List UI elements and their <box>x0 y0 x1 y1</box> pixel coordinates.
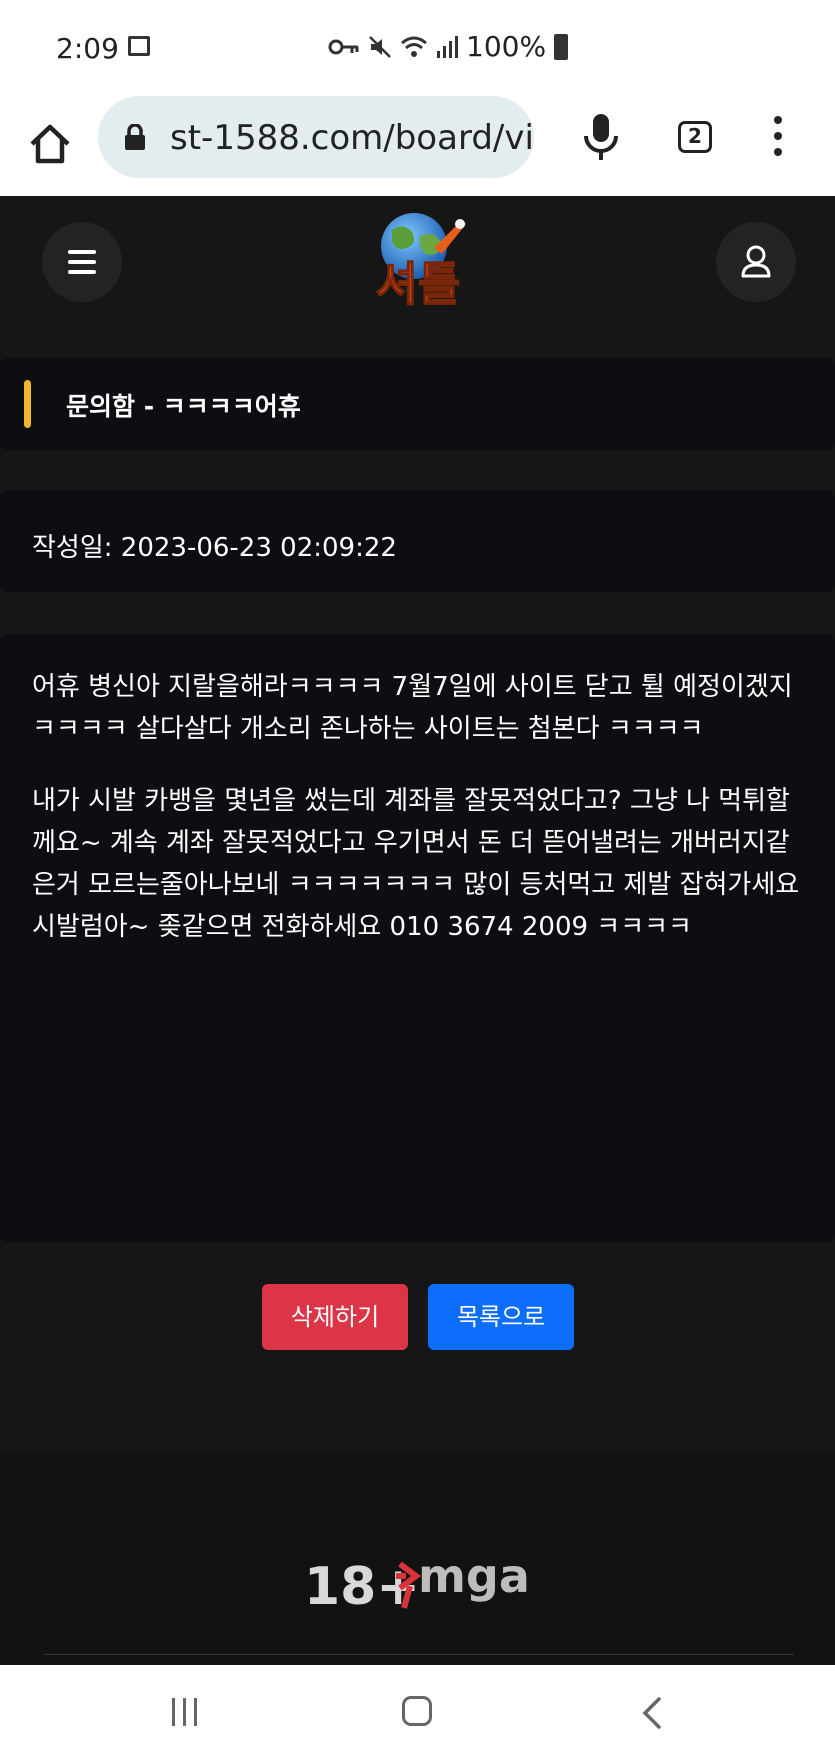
title-accent-bar <box>24 380 31 428</box>
post-date-card: 작성일: 2023-06-23 02:09:22 <box>0 490 835 592</box>
post-paragraph: 어휴 병신아 지랄을해라ㅋㅋㅋㅋ 7월7일에 사이트 닫고 튈 예정이겠지ㅋㅋㅋ… <box>32 672 793 744</box>
status-bar: 2:09 100% <box>0 0 835 92</box>
system-nav-bar <box>0 1665 835 1763</box>
user-account-button[interactable] <box>716 222 796 302</box>
key-icon <box>328 39 359 54</box>
footer-logos: 18+ mga <box>304 1549 530 1617</box>
signal-icon <box>437 35 458 58</box>
gallery-icon <box>128 36 150 56</box>
footer-divider <box>44 1654 794 1655</box>
home-icon[interactable] <box>26 120 74 168</box>
post-title: 문의함 - ㅋㅋㅋㅋ어휴 <box>66 392 301 421</box>
site-logo[interactable]: 셔틀 <box>362 208 474 308</box>
post-body-card: 어휴 병신아 지랄을해라ㅋㅋㅋㅋ 7월7일에 사이트 닫고 튈 예정이겠지ㅋㅋㅋ… <box>0 634 835 1242</box>
recents-icon[interactable] <box>170 1698 202 1726</box>
post-date: 작성일: 2023-06-23 02:09:22 <box>32 533 397 563</box>
post-paragraph: 내가 시발 카뱅을 몇년을 썼는데 계좌를 잘못적었다고? 그냥 나 먹튀할께요… <box>32 786 800 942</box>
battery-icon <box>554 33 569 60</box>
delete-button[interactable]: 삭제하기 <box>262 1284 408 1350</box>
microphone-icon[interactable] <box>580 112 622 164</box>
site-header: 셔틀 <box>0 196 835 326</box>
site-footer: 18+ mga <box>0 1452 835 1665</box>
mga-logo-icon: mga <box>418 1549 530 1603</box>
status-time: 2:09 <box>56 32 119 65</box>
home-nav-icon[interactable] <box>402 1696 432 1726</box>
more-menu-icon[interactable] <box>770 116 786 166</box>
battery-percent: 100% <box>466 30 547 63</box>
back-to-list-button[interactable]: 목록으로 <box>428 1284 574 1350</box>
address-bar[interactable]: st-1588.com/board/vi <box>98 96 534 178</box>
mute-icon <box>369 35 391 58</box>
tab-switcher-button[interactable]: 2 <box>678 121 712 153</box>
browser-toolbar: st-1588.com/board/vi 2 <box>0 92 835 197</box>
url-text[interactable]: st-1588.com/board/vi <box>170 118 534 158</box>
status-icons: 100% <box>328 30 569 63</box>
user-icon[interactable] <box>716 222 796 302</box>
back-icon[interactable] <box>640 1695 664 1731</box>
logo-text: 셔틀 <box>376 257 461 308</box>
lock-icon[interactable] <box>124 124 146 150</box>
post-title-card: 문의함 - ㅋㅋㅋㅋ어휴 <box>0 358 835 450</box>
hamburger-menu-button[interactable] <box>42 222 122 302</box>
wifi-icon <box>401 36 427 57</box>
